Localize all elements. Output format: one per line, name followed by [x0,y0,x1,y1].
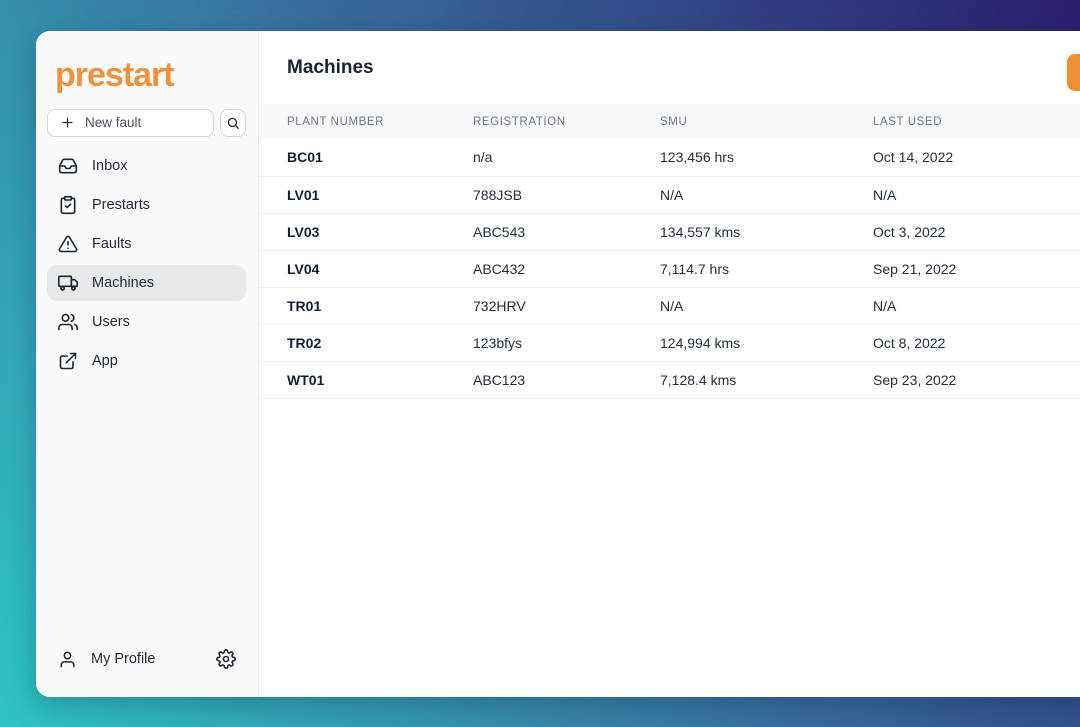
table-row[interactable]: TR02 123bfys 124,994 kms Oct 8, 2022 [259,324,1080,361]
app-logo: prestart [55,55,246,96]
app-window: prestart New fault Inbox [36,31,1080,697]
column-header-last-used: LAST USED [845,104,1080,139]
table-row[interactable]: WT01 ABC123 7,128.4 kms Sep 23, 2022 [259,361,1080,398]
page-title: Machines [287,57,374,79]
search-icon [226,116,240,130]
sidebar-item-label: Faults [92,236,132,252]
cell-plant-number: TR01 [259,287,445,324]
table-row[interactable]: LV03 ABC543 134,557 kms Oct 3, 2022 [259,213,1080,250]
add-machine-button[interactable] [1067,54,1080,91]
sidebar-item-users[interactable]: Users [47,304,246,340]
cell-plant-number: LV01 [259,176,445,213]
inbox-icon [58,156,78,176]
cell-smu: 7,128.4 kms [632,361,845,398]
page-background: { "app": { "logo_text": "prestart", "acc… [0,0,1080,727]
cell-last-used: Sep 23, 2022 [845,361,1080,398]
cell-plant-number: WT01 [259,361,445,398]
sidebar-item-label: App [92,353,118,369]
cell-plant-number: LV03 [259,213,445,250]
sidebar-nav: Inbox Prestarts Faults Machines [47,148,246,379]
sidebar-item-machines[interactable]: Machines [47,265,246,301]
cell-plant-number: TR02 [259,324,445,361]
cell-smu: 134,557 kms [632,213,845,250]
truck-icon [58,273,78,293]
search-button[interactable] [220,109,246,137]
table-row[interactable]: LV01 788JSB N/A N/A [259,176,1080,213]
sidebar-actions: New fault [47,109,246,137]
cell-plant-number: BC01 [259,139,445,176]
cell-smu: 123,456 hrs [632,139,845,176]
warning-triangle-icon [58,234,78,254]
new-fault-label: New fault [85,115,141,130]
main-header: Machines [259,31,1080,104]
clipboard-check-icon [58,195,78,215]
column-header-smu: SMU [632,104,845,139]
sidebar-item-prestarts[interactable]: Prestarts [47,187,246,223]
cell-smu: 124,994 kms [632,324,845,361]
cell-registration: 788JSB [445,176,632,213]
cell-last-used: N/A [845,176,1080,213]
sidebar-item-app[interactable]: App [47,343,246,379]
cell-smu: 7,114.7 hrs [632,250,845,287]
machines-table: PLANT NUMBER REGISTRATION SMU LAST USED … [259,104,1080,399]
table-row[interactable]: TR01 732HRV N/A N/A [259,287,1080,324]
my-profile-link[interactable]: My Profile [91,651,155,667]
cell-registration: 123bfys [445,324,632,361]
cell-registration: ABC543 [445,213,632,250]
sidebar-footer: My Profile [47,641,246,677]
cell-smu: N/A [632,287,845,324]
new-fault-button[interactable]: New fault [47,109,214,137]
sidebar-item-label: Prestarts [92,197,150,213]
user-icon [58,650,77,669]
sidebar-item-label: Inbox [92,158,127,174]
cell-plant-number: LV04 [259,250,445,287]
cell-registration: 732HRV [445,287,632,324]
cell-last-used: Oct 14, 2022 [845,139,1080,176]
external-link-icon [58,351,78,371]
sidebar-item-label: Users [92,314,130,330]
column-header-plant-number: PLANT NUMBER [259,104,445,139]
table-row[interactable]: BC01 n/a 123,456 hrs Oct 14, 2022 [259,139,1080,176]
cell-registration: ABC123 [445,361,632,398]
cell-last-used: Oct 3, 2022 [845,213,1080,250]
table-row[interactable]: LV04 ABC432 7,114.7 hrs Sep 21, 2022 [259,250,1080,287]
plus-icon [60,115,75,130]
sidebar-item-inbox[interactable]: Inbox [47,148,246,184]
sidebar: prestart New fault Inbox [36,31,259,697]
column-header-registration: REGISTRATION [445,104,632,139]
cell-smu: N/A [632,176,845,213]
cell-last-used: Oct 8, 2022 [845,324,1080,361]
users-icon [58,312,78,332]
gear-icon[interactable] [216,649,236,669]
sidebar-item-faults[interactable]: Faults [47,226,246,262]
cell-registration: n/a [445,139,632,176]
sidebar-item-label: Machines [92,275,154,291]
cell-last-used: Sep 21, 2022 [845,250,1080,287]
main-content: Machines PLANT NUMBER REGISTRATION SMU L… [259,31,1080,697]
cell-registration: ABC432 [445,250,632,287]
cell-last-used: N/A [845,287,1080,324]
table-header-row: PLANT NUMBER REGISTRATION SMU LAST USED [259,104,1080,139]
